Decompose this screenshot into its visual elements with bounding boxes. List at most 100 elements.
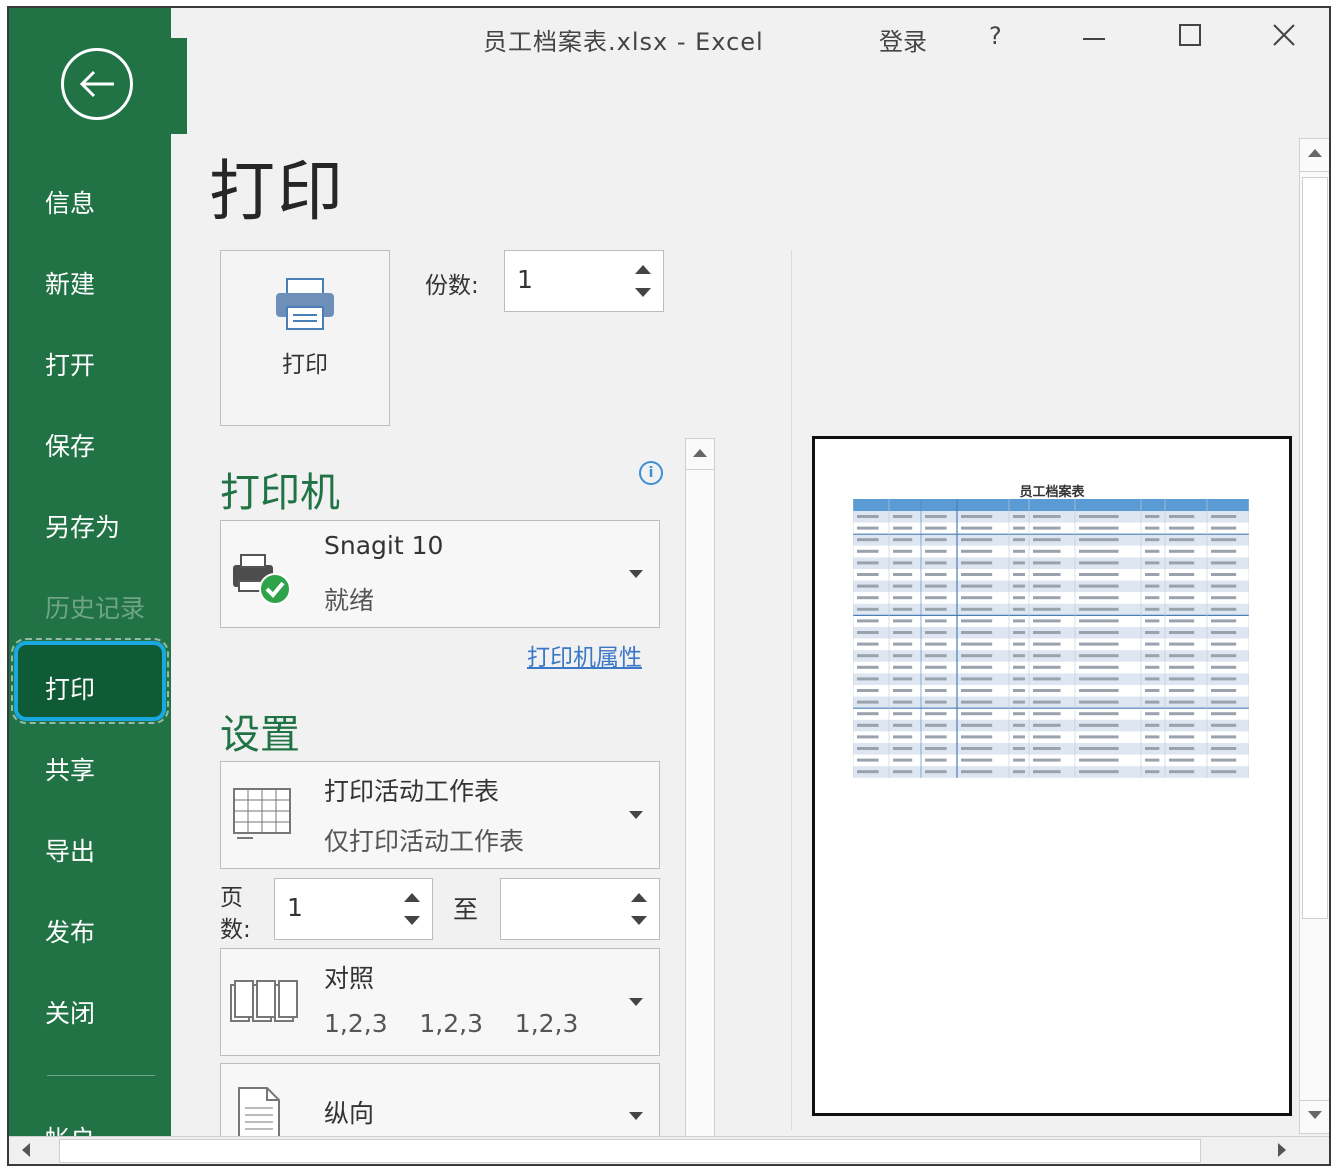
preview-cell-text <box>1211 735 1237 739</box>
close-button[interactable] <box>1271 22 1297 52</box>
copies-down-icon[interactable] <box>635 288 651 297</box>
scroll-right-button[interactable] <box>1267 1137 1297 1163</box>
preview-cell-text <box>1169 700 1195 704</box>
preview-cell-text <box>1033 596 1061 600</box>
collate-title: 对照 <box>324 964 375 993</box>
preview-cell-text <box>1079 758 1119 762</box>
preview-cell-text <box>1079 561 1119 565</box>
chevron-down-icon <box>629 811 643 819</box>
copies-up-icon[interactable] <box>635 265 651 274</box>
scroll-left-button[interactable] <box>11 1137 41 1163</box>
preview-cell-text <box>1145 677 1160 681</box>
maximize-button[interactable] <box>1177 22 1203 52</box>
preview-cell-text <box>1211 677 1237 681</box>
preview-cell-text <box>961 665 993 669</box>
preview-cell-text <box>1169 584 1195 588</box>
preview-scroll-down[interactable] <box>1300 1100 1329 1133</box>
nav-close[interactable]: 关闭 <box>45 994 95 1030</box>
preview-cell-text <box>1169 596 1195 600</box>
preview-cell-text <box>893 689 913 692</box>
preview-cell-text <box>893 654 913 658</box>
preview-cell-text <box>1013 538 1025 542</box>
login-link[interactable]: 登录 <box>879 22 927 57</box>
preview-cell-text <box>893 723 913 727</box>
printer-dropdown[interactable]: Snagit 10 就绪 <box>220 520 660 628</box>
preview-cell-text <box>1079 538 1119 542</box>
preview-cell-text <box>1033 723 1061 727</box>
preview-cell-text <box>893 561 913 565</box>
preview-cell-text <box>961 573 993 576</box>
preview-cell-text <box>1169 619 1195 623</box>
pages-from-down-icon[interactable] <box>404 916 420 925</box>
preview-cell-text <box>1211 584 1237 588</box>
preview-cell-text <box>925 677 947 681</box>
preview-cell-text <box>1013 677 1025 681</box>
nav-print[interactable]: 打印 <box>45 670 95 706</box>
preview-cell-text <box>1145 573 1160 576</box>
preview-cell-text <box>893 526 913 530</box>
back-button[interactable] <box>61 48 133 120</box>
preview-cell-text <box>961 712 993 716</box>
preview-table <box>853 499 1249 778</box>
printer-properties-link[interactable]: 打印机属性 <box>527 638 642 672</box>
preview-cell-text <box>1079 665 1119 669</box>
nav-new[interactable]: 新建 <box>45 265 95 301</box>
help-button[interactable]: ? <box>989 22 1002 50</box>
settings-scroll-up[interactable] <box>686 439 714 470</box>
info-icon[interactable]: i <box>639 461 663 485</box>
preview-cell-text <box>925 526 947 530</box>
preview-cell-text <box>857 758 879 762</box>
preview-cell-text <box>925 596 947 600</box>
preview-scroll-up[interactable] <box>1300 139 1329 172</box>
nav-publish[interactable]: 发布 <box>45 913 95 949</box>
pages-to-stepper[interactable] <box>500 878 660 940</box>
nav-export[interactable]: 导出 <box>45 832 95 868</box>
print-scope-dropdown[interactable]: 打印活动工作表 仅打印活动工作表 <box>220 761 660 869</box>
preview-cell-text <box>893 747 913 750</box>
preview-cell-text <box>1033 677 1061 681</box>
pages-from-up-icon[interactable] <box>404 893 420 902</box>
preview-cell-text <box>1079 607 1119 611</box>
nav-history: 历史记录 <box>45 594 146 623</box>
nav-share[interactable]: 共享 <box>45 751 95 787</box>
nav-save-as[interactable]: 另存为 <box>45 508 120 544</box>
scroll-right-icon <box>1278 1143 1286 1157</box>
nav-save[interactable]: 保存 <box>45 427 95 463</box>
horizontal-scroll-thumb[interactable] <box>59 1139 1201 1163</box>
preview-cell-text <box>1145 665 1160 669</box>
preview-cell-text <box>1013 665 1025 669</box>
pages-from-stepper[interactable]: 1 <box>274 878 433 940</box>
preview-scrollbar[interactable] <box>1299 138 1329 1134</box>
horizontal-scrollbar[interactable] <box>9 1136 1329 1164</box>
preview-cell-text <box>1169 758 1195 762</box>
preview-cell-text <box>893 631 913 634</box>
preview-cell-text <box>1145 619 1160 623</box>
preview-cell-text <box>893 584 913 588</box>
preview-cell-text <box>925 770 947 774</box>
preview-cell-text <box>893 619 913 623</box>
printer-section-title: 打印机 <box>220 470 340 516</box>
preview-cell-text <box>857 654 879 658</box>
preview-cell-text <box>1013 515 1025 518</box>
pages-to-down-icon[interactable] <box>631 916 647 925</box>
preview-cell-text <box>961 538 993 542</box>
preview-cell-text <box>961 607 993 611</box>
preview-sheet-title: 员工档案表 <box>1019 485 1085 500</box>
nav-open[interactable]: 打开 <box>45 346 95 382</box>
pages-to-up-icon[interactable] <box>631 893 647 902</box>
preview-cell-text <box>1169 689 1195 692</box>
preview-cell-text <box>857 747 879 750</box>
settings-section-title: 设置 <box>220 712 300 758</box>
preview-cell-text <box>1211 700 1237 704</box>
nav-info[interactable]: 信息 <box>45 184 95 220</box>
preview-scroll-thumb[interactable] <box>1302 177 1328 919</box>
settings-scrollbar[interactable] <box>685 438 715 1138</box>
collate-dropdown[interactable]: 对照 1,2,3 1,2,3 1,2,3 <box>220 948 660 1056</box>
copies-stepper[interactable]: 1 <box>504 250 664 312</box>
preview-cell-text <box>1145 770 1160 774</box>
preview-cell-text <box>1013 770 1025 774</box>
preview-cell-text <box>925 689 947 692</box>
print-preview-page: 员工档案表 <box>812 436 1292 1116</box>
minimize-button[interactable] <box>1081 22 1107 52</box>
print-button[interactable]: 打印 <box>220 250 390 426</box>
